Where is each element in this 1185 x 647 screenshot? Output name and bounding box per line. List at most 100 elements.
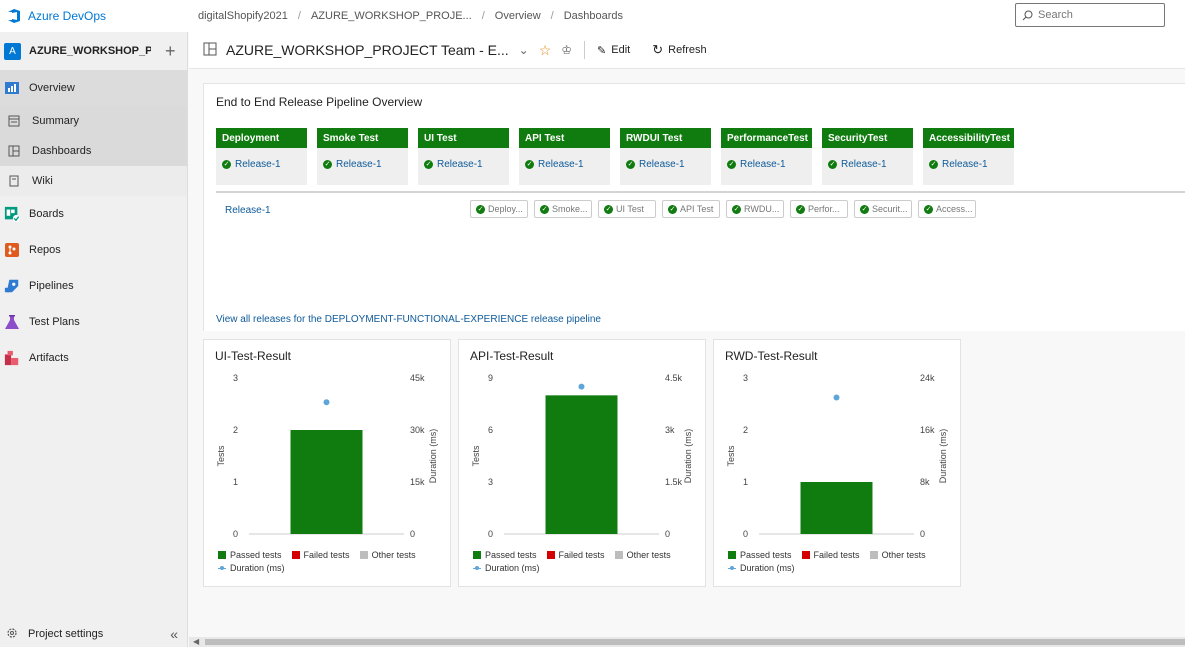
top-bar: Azure DevOps digitalShopify2021 / AZURE_… — [0, 0, 1185, 32]
success-check-icon: ✓ — [222, 160, 231, 169]
project-avatar: A — [4, 42, 21, 60]
add-icon[interactable]: + — [165, 42, 176, 60]
y2-tick-label: 24k — [920, 373, 935, 383]
release-link[interactable]: Release-1 — [235, 159, 281, 170]
release-link[interactable]: Release-1 — [437, 159, 483, 170]
environment-release[interactable]: ✓ Release-1 — [923, 159, 1014, 170]
gear-icon — [6, 627, 18, 642]
collapse-sidebar-icon[interactable]: « — [170, 626, 178, 642]
environment-release[interactable]: ✓ Release-1 — [519, 159, 610, 170]
sidebar-item-repos[interactable]: Repos — [0, 232, 187, 268]
y2-tick-label: 45k — [410, 373, 425, 383]
sidebar-item-label: Boards — [29, 208, 64, 220]
stage-pill-label: Smoke... — [552, 204, 588, 214]
y2-axis-label: Duration (ms) — [683, 429, 693, 484]
legend-other: Other tests — [626, 549, 671, 560]
environment-release[interactable]: ✓ Release-1 — [721, 159, 812, 170]
stage-pill[interactable]: ✓ Securit... — [854, 200, 912, 218]
duration-point — [833, 394, 840, 401]
chevron-down-icon[interactable]: ⌄ — [519, 43, 529, 57]
artifacts-icon — [4, 350, 20, 366]
environment-card[interactable]: SecurityTest ✓ Release-1 — [822, 128, 913, 185]
chart-plot[interactable]: 0 1 2 3 0 15k 30k 45k Tests Duration (ms) — [204, 366, 452, 546]
edit-button[interactable]: ✎ Edit — [597, 44, 630, 57]
sidebar-item-dashboards[interactable]: Dashboards — [0, 136, 187, 166]
dashboard-grid-icon — [203, 42, 217, 59]
chart-plot[interactable]: 0 1 2 3 0 8k 16k 24k Tests Duration (ms) — [714, 366, 962, 546]
sidebar-item-boards[interactable]: Boards — [0, 196, 187, 232]
view-all-releases-link[interactable]: View all releases for the DEPLOYMENT-FUN… — [216, 314, 601, 325]
stage-pill[interactable]: ✓ API Test — [662, 200, 720, 218]
stage-pill[interactable]: ✓ RWDU... — [726, 200, 784, 218]
scroll-left-icon[interactable]: ◀ — [193, 637, 199, 646]
success-check-icon: ✓ — [525, 160, 534, 169]
refresh-icon: ↻ — [652, 42, 664, 57]
release-link[interactable]: Release-1 — [942, 159, 988, 170]
environment-card[interactable]: AccessibilityTest ✓ Release-1 — [923, 128, 1014, 185]
y-tick-label: 2 — [743, 425, 748, 435]
environment-card[interactable]: API Test ✓ Release-1 — [519, 128, 610, 185]
environment-card[interactable]: Smoke Test ✓ Release-1 — [317, 128, 408, 185]
release-link[interactable]: Release-1 — [740, 159, 786, 170]
project-settings[interactable]: Project settings « — [0, 621, 188, 647]
sidebar-item-artifacts[interactable]: Artifacts — [0, 340, 187, 376]
release-link[interactable]: Release-1 — [538, 159, 584, 170]
breadcrumb-overview[interactable]: Overview — [495, 10, 541, 22]
release-link[interactable]: Release-1 — [639, 159, 685, 170]
refresh-button[interactable]: ↻ Refresh — [652, 42, 706, 58]
sidebar-item-wiki[interactable]: Wiki — [0, 166, 187, 196]
legend-failed: Failed tests — [813, 549, 860, 560]
environment-release[interactable]: ✓ Release-1 — [216, 159, 307, 170]
environment-name: AccessibilityTest — [923, 128, 1014, 148]
bar-passed — [800, 482, 873, 534]
sidebar-item-summary[interactable]: Summary — [0, 106, 187, 136]
search-box[interactable] — [1015, 3, 1165, 27]
boards-icon — [4, 206, 20, 222]
breadcrumb-project[interactable]: AZURE_WORKSHOP_PROJE... — [311, 10, 472, 22]
environment-card[interactable]: PerformanceTest ✓ Release-1 — [721, 128, 812, 185]
pipelines-icon — [4, 278, 20, 294]
chart-legend: Passed tests Failed tests Other tests Dura… — [473, 548, 671, 574]
environment-release[interactable]: ✓ Release-1 — [822, 159, 913, 170]
stage-pill[interactable]: ✓ Access... — [918, 200, 976, 218]
environment-card[interactable]: Deployment ✓ Release-1 — [216, 128, 307, 185]
breadcrumb-org[interactable]: digitalShopify2021 — [198, 10, 288, 22]
y-tick-label: 9 — [488, 373, 493, 383]
refresh-label: Refresh — [668, 44, 707, 56]
environment-card[interactable]: UI Test ✓ Release-1 — [418, 128, 509, 185]
sidebar: A AZURE_WORKSHOP_P... + Overview Summary… — [0, 32, 188, 647]
chart-title: UI-Test-Result — [215, 349, 292, 363]
stage-pill[interactable]: ✓ UI Test — [598, 200, 656, 218]
azure-devops-logo-icon — [8, 9, 20, 23]
horizontal-scrollbar[interactable]: ◀ — [189, 637, 1185, 647]
sidebar-item-test-plans[interactable]: Test Plans — [0, 304, 187, 340]
sidebar-item-pipelines[interactable]: Pipelines — [0, 268, 187, 304]
y-tick-label: 1 — [233, 477, 238, 487]
environment-release[interactable]: ✓ Release-1 — [317, 159, 408, 170]
sidebar-item-label: Repos — [29, 244, 61, 256]
chart-legend: Passed tests Failed tests Other tests Dura… — [218, 548, 416, 574]
dashboard-title[interactable]: AZURE_WORKSHOP_PROJECT Team - E... — [226, 42, 509, 58]
stage-pill[interactable]: ✓ Perfor... — [790, 200, 848, 218]
release-link[interactable]: Release-1 — [841, 159, 887, 170]
y-axis-label: Tests — [216, 445, 226, 467]
environment-release[interactable]: ✓ Release-1 — [620, 159, 711, 170]
legend-other: Other tests — [371, 549, 416, 560]
project-switcher[interactable]: A AZURE_WORKSHOP_P... + — [0, 32, 187, 70]
favorite-star-icon[interactable]: ☆ — [539, 42, 552, 59]
legend-duration: Duration (ms) — [230, 562, 285, 573]
search-input[interactable] — [1038, 9, 1148, 21]
release-row-link[interactable]: Release-1 — [225, 205, 271, 216]
environment-release[interactable]: ✓ Release-1 — [418, 159, 509, 170]
environment-card[interactable]: RWDUI Test ✓ Release-1 — [620, 128, 711, 185]
team-members-icon[interactable]: ♔ — [561, 43, 572, 57]
breadcrumb-dashboards[interactable]: Dashboards — [564, 10, 623, 22]
release-link[interactable]: Release-1 — [336, 159, 382, 170]
stage-pill[interactable]: ✓ Deploy... — [470, 200, 528, 218]
stage-pill[interactable]: ✓ Smoke... — [534, 200, 592, 218]
chart-plot[interactable]: 0 3 6 9 0 1.5k 3k 4.5k Tests Duration (ms) — [459, 366, 707, 546]
scrollbar-thumb[interactable] — [205, 639, 1185, 645]
brand-link[interactable]: Azure DevOps — [0, 0, 188, 32]
breadcrumb-separator: / — [550, 10, 554, 22]
sidebar-item-overview[interactable]: Overview — [0, 70, 187, 106]
